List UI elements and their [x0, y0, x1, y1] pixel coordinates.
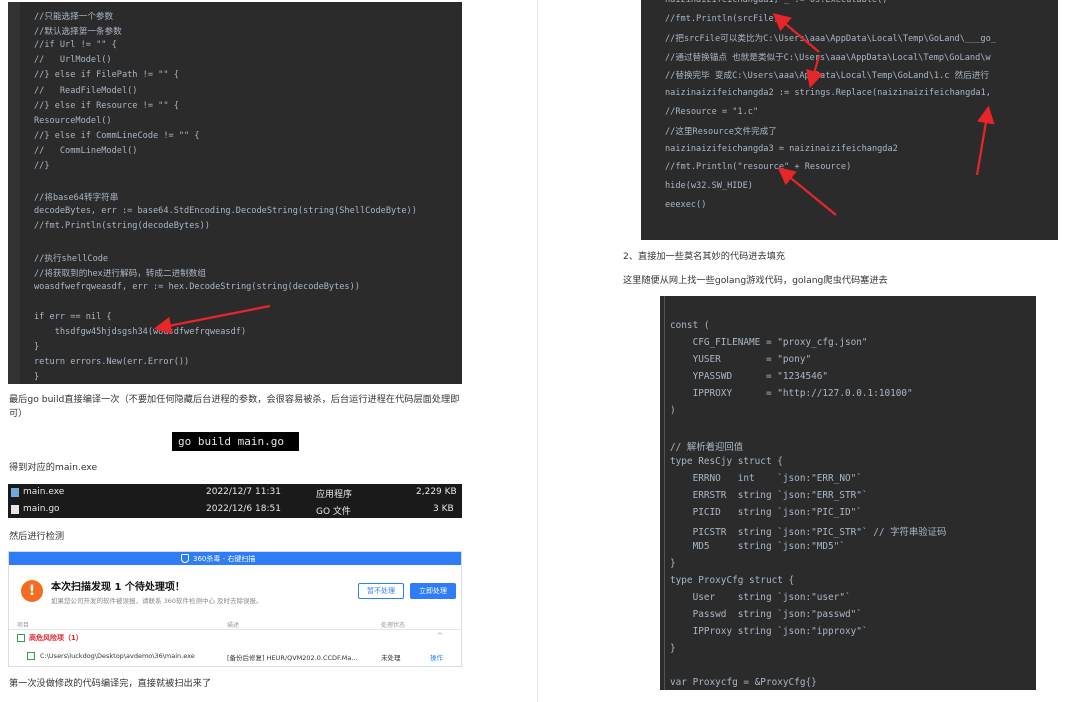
- code-line: YPASSWD = "1234546": [670, 371, 829, 382]
- editor-gutter: [664, 296, 665, 690]
- code-line: CFG_FILENAME = "proxy_cfg.json": [670, 337, 868, 348]
- code-line: PICSTR string `json:"PIC_STR"` // 字符串验证码: [670, 527, 947, 538]
- file-path: C:\Users\luckdog\Desktop\avdemo\36\main.…: [40, 652, 195, 660]
- red-arrow-icon: [153, 304, 271, 335]
- code-line: ERRNO int `json:"ERR_NO"`: [670, 473, 862, 484]
- code-line: const (: [670, 320, 710, 331]
- ignore-button[interactable]: 暂不处理: [358, 583, 404, 599]
- file-row-main-exe[interactable]: main.exe 2022/12/7 11:31 应用程序 2,229 KB: [8, 485, 462, 500]
- file-explorer-list: main.exe 2022/12/7 11:31 应用程序 2,229 KB m…: [8, 484, 462, 518]
- step-2-heading: 2、直接加一些莫名其妙的代码进去填充: [623, 251, 786, 262]
- paragraph-first-scan-result: 第一次没做修改的代码编译完，直接就被扫出来了: [9, 678, 212, 689]
- code-line: }: [670, 558, 676, 569]
- file-date: 2022/12/7 11:31: [206, 487, 281, 497]
- chevron-up-icon[interactable]: ^: [437, 632, 443, 640]
- red-arrow-icon: [772, 13, 995, 216]
- file-name: main.go: [23, 504, 60, 514]
- file-size: 2,229 KB: [416, 487, 457, 497]
- code-line: // 解析着迎回值: [670, 442, 744, 453]
- code-line: type ProxyCfg struct {: [670, 575, 795, 586]
- page-divider: [537, 0, 538, 702]
- file-type: 应用程序: [316, 490, 353, 500]
- exe-file-icon: [11, 488, 19, 497]
- av-subline: 如果您公司开发的软件被误报，请联系 360软件检测中心 及时去除误报。: [51, 597, 263, 605]
- code-line: ERRSTR string `json:"ERR_STR"`: [670, 490, 868, 501]
- risk-group-row[interactable]: 高危风险项（1） ^: [9, 632, 461, 645]
- code-line: Passwd string `json:"passwd"`: [670, 609, 862, 620]
- av-titlebar: 360杀毒 - 右键扫描: [9, 552, 461, 565]
- threat-status: 未处理: [381, 654, 401, 662]
- paragraph-filler-code: 这里随便从网上找一些golang游戏代码，golang爬虫代码塞进去: [623, 275, 888, 286]
- code-line: ): [670, 405, 676, 416]
- col-item: 项目: [17, 622, 30, 629]
- shield-icon: [181, 554, 189, 563]
- code-line: User string `json:"user"`: [670, 592, 851, 603]
- command-line-box: go build main.go: [172, 432, 299, 451]
- av-headline: 本次扫描发现 1 个待处理项！: [51, 582, 185, 593]
- file-type: GO 文件: [316, 507, 351, 517]
- col-desc: 描述: [227, 622, 240, 629]
- code-line: }: [670, 643, 676, 654]
- paragraph-then-detect: 然后进行检测: [9, 531, 65, 542]
- code-line: YUSER = "pony": [670, 354, 812, 365]
- file-row-main-go[interactable]: main.go 2022/12/6 18:51 GO 文件 3 KB: [8, 502, 462, 517]
- warning-icon: !: [21, 580, 43, 602]
- file-size: 3 KB: [433, 504, 454, 514]
- right-document-page: naizinaizifeichangda1, _ := os.Executabl…: [545, 0, 1080, 702]
- code-line: IPProxy string `json:"ipproxy"`: [670, 626, 868, 637]
- table-header: 项目 描述 处理状态: [9, 618, 461, 630]
- code-line: MD5 string `json:"MD5"`: [670, 541, 845, 552]
- av-title: 360杀毒 - 右键扫描: [193, 555, 256, 563]
- go-file-icon: [11, 505, 19, 514]
- code-screenshot-replace: naizinaizifeichangda1, _ := os.Executabl…: [641, 0, 1058, 240]
- code-screenshot-filler: const ( CFG_FILENAME = "proxy_cfg.json" …: [660, 296, 1036, 690]
- left-document-page: //只能选择一个参数//默认选择第一条参数//if Url != "" {// …: [0, 0, 530, 702]
- action-link[interactable]: 操作: [430, 652, 443, 662]
- paragraph-go-build-note: 最后go build直接编译一次（不要加任何隐藏后台进程的参数，会很容易被杀，后…: [9, 394, 460, 419]
- checkbox[interactable]: [17, 634, 25, 642]
- risk-group-label: 高危风险项（1）: [29, 634, 83, 642]
- code-line: var Proxycfg = &ProxyCfg{}: [670, 677, 817, 688]
- fix-now-button[interactable]: 立即处理: [410, 583, 456, 599]
- antivirus-scan-window: 360杀毒 - 右键扫描 ! 本次扫描发现 1 个待处理项！ 如果您公司开发的软…: [8, 551, 462, 667]
- code-line: type ResCjy struct {: [670, 456, 783, 467]
- file-date: 2022/12/6 18:51: [206, 504, 281, 514]
- risk-item-row[interactable]: C:\Users\luckdog\Desktop\avdemo\36\main.…: [9, 650, 461, 663]
- file-name: main.exe: [23, 487, 65, 497]
- code-screenshot-shellcode: //只能选择一个参数//默认选择第一条参数//if Url != "" {// …: [8, 2, 462, 384]
- col-status: 处理状态: [381, 622, 406, 629]
- code-line: IPPROXY = "http://127.0.0.1:10100": [670, 388, 913, 399]
- checkbox[interactable]: [27, 652, 35, 660]
- paragraph-get-exe: 得到对应的main.exe: [9, 462, 98, 473]
- code-line: PICID string `json:"PIC_ID"`: [670, 507, 862, 518]
- threat-desc: [备份后修复] HEUR/QVM202.0.CCDF.Ma...: [227, 654, 358, 662]
